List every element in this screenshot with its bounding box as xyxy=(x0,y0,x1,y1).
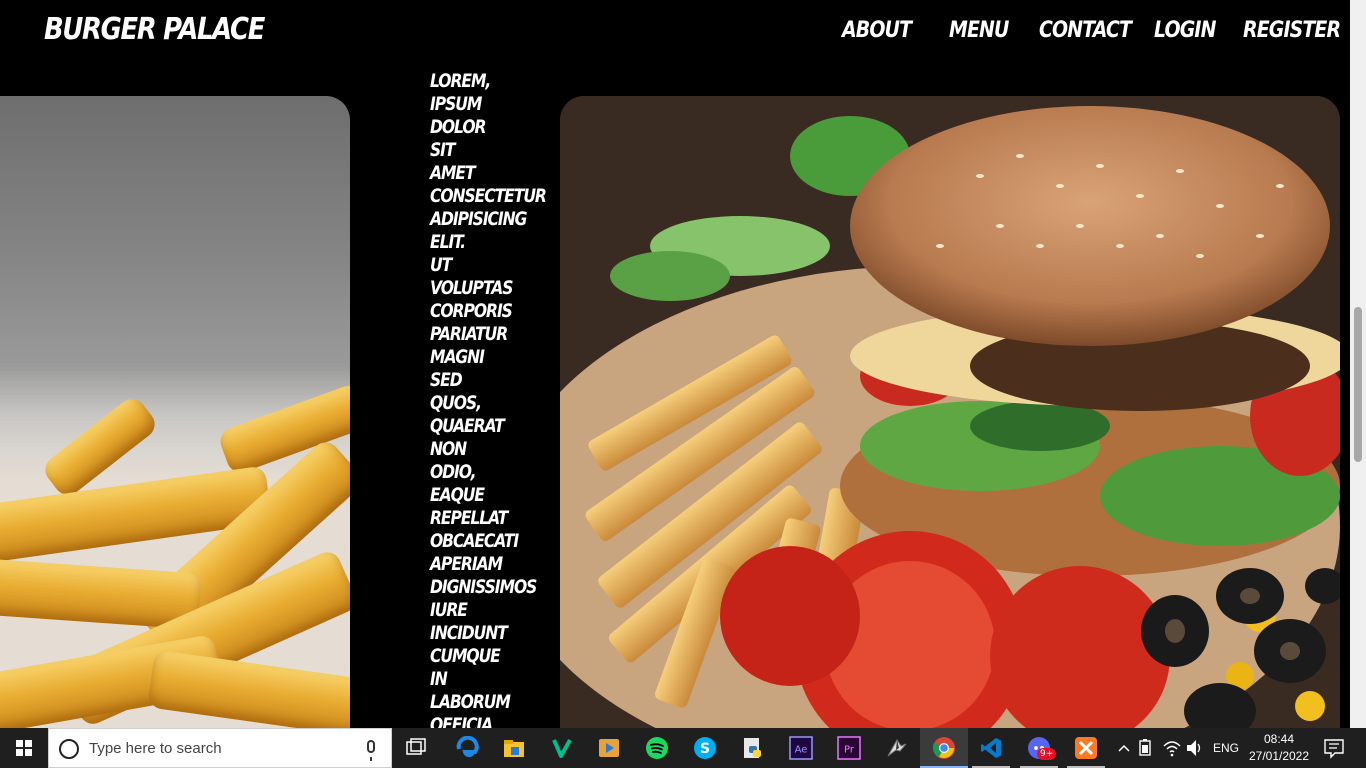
lorem-word: APERIAM xyxy=(430,553,503,575)
lorem-word: SIT xyxy=(430,139,456,161)
clock-date: 27/01/2022 xyxy=(1248,749,1310,763)
chrome-icon[interactable] xyxy=(932,736,956,760)
windows-taskbar: Type here to search S Ae Pr 9+ ENG 08:44… xyxy=(0,728,1366,768)
spotify-icon[interactable] xyxy=(645,736,669,760)
lorem-word: ODIO, xyxy=(430,461,477,483)
premiere-pro-icon[interactable]: Pr xyxy=(837,736,861,760)
lorem-word: NON xyxy=(430,438,467,460)
start-button[interactable] xyxy=(0,728,48,768)
main-nav: ABOUT MENU CONTACT LOGIN REGISTER xyxy=(0,18,1350,50)
show-hidden-icons-chevron-icon[interactable] xyxy=(1116,728,1132,768)
windows-logo-icon xyxy=(16,740,32,756)
burger-illustration xyxy=(560,96,1340,736)
lorem-word: AMET xyxy=(430,162,476,184)
svg-text:Ae: Ae xyxy=(795,745,808,756)
inkscape-bird-icon[interactable] xyxy=(885,736,909,760)
volume-icon[interactable] xyxy=(1184,728,1204,768)
nav-login[interactable]: LOGIN xyxy=(1154,18,1216,43)
taskbar-clock[interactable]: 08:44 27/01/2022 xyxy=(1246,731,1312,765)
lorem-word: OBCAECATI xyxy=(430,530,519,552)
skype-icon[interactable]: S xyxy=(693,736,717,760)
python-idle-icon[interactable] xyxy=(741,736,765,760)
search-placeholder: Type here to search xyxy=(89,740,222,757)
lorem-word: LOREM, xyxy=(430,70,491,92)
clock-time: 08:44 xyxy=(1263,732,1295,746)
lorem-word-column: LOREM, IPSUM DOLOR SIT AMET CONSECTETUR ADIPIS… xyxy=(430,70,550,760)
lorem-word: IURE xyxy=(430,599,468,621)
edge-icon[interactable] xyxy=(455,735,479,760)
vine-icon[interactable] xyxy=(550,736,574,760)
lorem-word: PARIATUR xyxy=(430,323,508,345)
xampp-icon[interactable] xyxy=(1074,736,1098,760)
lorem-word: ADIPISICING xyxy=(430,208,527,230)
lorem-word: DIGNISSIMOS xyxy=(430,576,537,598)
burger-image xyxy=(560,96,1340,736)
after-effects-icon[interactable]: Ae xyxy=(789,736,813,760)
lorem-word: MAGNI xyxy=(430,346,485,368)
lorem-word: QUOS, xyxy=(430,392,482,414)
language-indicator[interactable]: ENG xyxy=(1213,741,1239,755)
discord-badge: 9+ xyxy=(1037,748,1057,760)
nav-register[interactable]: REGISTER xyxy=(1243,18,1341,43)
svg-text:S: S xyxy=(700,741,710,757)
fry-shape xyxy=(147,649,350,736)
lorem-word: CONSECTETUR xyxy=(430,185,547,207)
lorem-word: CORPORIS xyxy=(430,300,513,322)
lorem-word: IN xyxy=(430,668,448,690)
file-explorer-icon[interactable] xyxy=(502,736,526,760)
svg-text:Pr: Pr xyxy=(844,745,855,756)
fries-image xyxy=(0,96,350,736)
lorem-word: EAQUE xyxy=(430,484,485,506)
lorem-word: IPSUM xyxy=(430,93,482,115)
lorem-word: REPELLAT xyxy=(430,507,508,529)
system-tray: ENG xyxy=(1110,728,1250,768)
nav-menu[interactable]: MENU xyxy=(949,18,1009,43)
lorem-word: INCIDUNT xyxy=(430,622,508,644)
battery-icon[interactable] xyxy=(1136,728,1156,768)
nav-about[interactable]: ABOUT xyxy=(842,18,912,43)
wifi-icon[interactable] xyxy=(1162,728,1182,768)
site-header: BURGER PALACE ABOUT MENU CONTACT LOGIN R… xyxy=(0,0,1350,68)
lorem-word: LABORUM xyxy=(430,691,511,713)
scrollbar-thumb[interactable] xyxy=(1354,307,1362,462)
lorem-word: DOLOR xyxy=(430,116,487,138)
lorem-word: SED xyxy=(430,369,463,391)
lorem-word: ELIT. xyxy=(430,231,466,253)
page-scrollbar[interactable] xyxy=(1350,0,1366,728)
nav-contact[interactable]: CONTACT xyxy=(1039,18,1132,43)
lorem-word: UT xyxy=(430,254,452,276)
lorem-word: VOLUPTAS xyxy=(430,277,513,299)
notifications-icon[interactable] xyxy=(1322,728,1346,768)
task-view-icon[interactable] xyxy=(404,736,428,760)
lorem-word: CUMQUE xyxy=(430,645,501,667)
microphone-icon[interactable] xyxy=(367,740,375,761)
media-player-icon[interactable] xyxy=(597,736,621,760)
taskbar-search-box[interactable]: Type here to search xyxy=(48,728,392,768)
cortana-icon xyxy=(59,739,79,759)
lorem-word: QUAERAT xyxy=(430,415,505,437)
vscode-icon[interactable] xyxy=(979,736,1003,760)
